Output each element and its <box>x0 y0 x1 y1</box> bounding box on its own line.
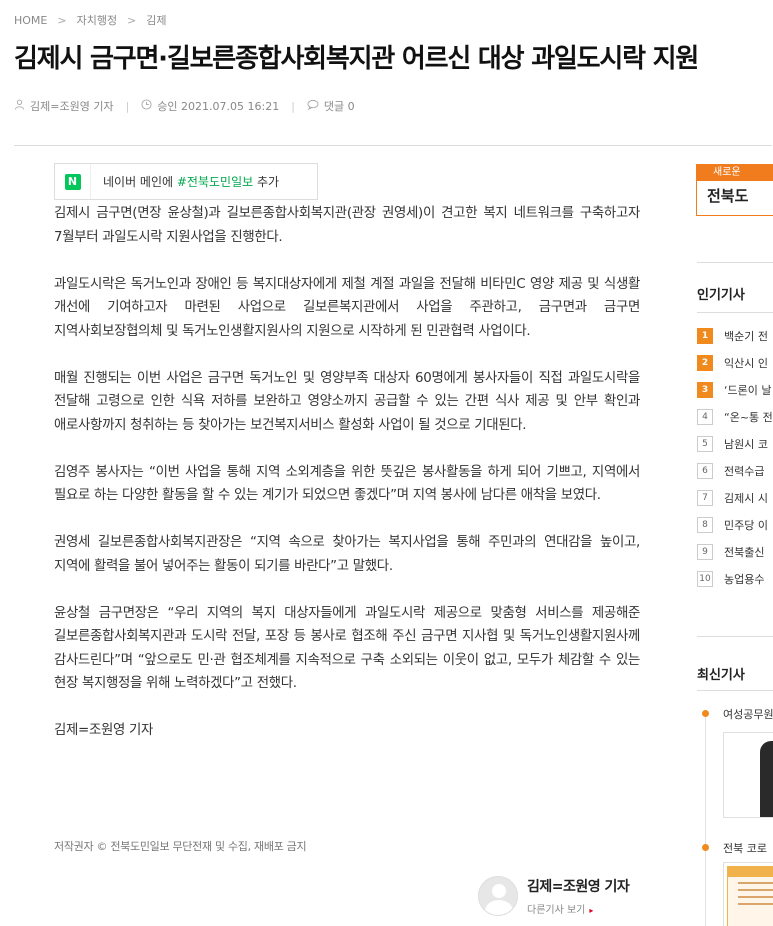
popular-item[interactable]: 5 남원시 코 <box>697 430 773 457</box>
arrow-right-icon: ▸ <box>589 906 594 915</box>
banner-top-text: 새로운 <box>697 165 773 181</box>
popular-item-title: ‘드론이 날 <box>724 383 772 397</box>
latest-title: 최신기사 <box>697 668 745 683</box>
popular-item-title: 민주당 이 <box>724 518 768 532</box>
latest-list: 여성공무원 전북 코로 <box>697 700 773 926</box>
popular-item-title: 백순기 전 <box>724 329 768 343</box>
popular-item[interactable]: 1 백순기 전 <box>697 322 773 349</box>
popular-title: 인기기사 <box>697 288 745 303</box>
popular-item[interactable]: 2 익산시 인 <box>697 349 773 376</box>
latest-item-thumbnail[interactable] <box>723 862 773 926</box>
popular-item-title: 남원시 코 <box>724 437 768 451</box>
clock-icon <box>141 99 152 113</box>
approved-date: 승인 2021.07.05 16:21 <box>157 100 280 113</box>
rank-badge: 5 <box>697 435 713 452</box>
rank-badge: 3 <box>697 381 713 398</box>
latest-top-divider <box>697 636 773 637</box>
popular-item[interactable]: 7 김제시 시 <box>697 484 773 511</box>
latest-divider <box>697 690 773 691</box>
popular-item-title: 전력수급 <box>724 464 765 478</box>
article-paragraph: 매월 진행되는 이번 사업은 금구면 독거노인 및 영양부족 대상자 60명에게… <box>54 370 640 433</box>
timeline-dot <box>702 710 709 717</box>
popular-item-title: 농업용수 <box>724 572 765 586</box>
meta-divider: | <box>125 99 130 113</box>
article-paragraph: 김영주 봉사자는 “이번 사업을 통해 지역 소외계층을 위한 뜻깊은 봉사활동… <box>54 464 640 504</box>
article-body: 김제시 금구면(면장 윤상철)과 길보른종합사회복지관(관장 권영세)이 견고한… <box>54 202 640 766</box>
popular-item[interactable]: 6 전력수급 <box>697 457 773 484</box>
popular-item-title: 김제시 시 <box>724 491 768 505</box>
naver-highlight: #전북도민일보 <box>176 175 254 189</box>
timeline-dot <box>702 844 709 851</box>
rank-badge: 9 <box>697 543 713 560</box>
article-title: 김제시 금구면·길보른종합사회복지관 어르신 대상 과일도시락 지원 <box>14 44 699 74</box>
article-meta: 김제=조원영 기자 | 승인 2021.07.05 16:21 | 댓글 0 <box>14 98 355 114</box>
latest-item-title[interactable]: 여성공무원 <box>723 706 773 722</box>
reporter-box: 김제=조원영 기자 다른기사 보기 ▸ <box>478 876 630 916</box>
popular-item-title: 익산시 인 <box>724 356 768 370</box>
rank-badge: 6 <box>697 462 713 479</box>
comment-icon <box>307 99 319 113</box>
popular-item-title: 전북출신 <box>724 545 765 559</box>
popular-item-title: “온~통 전 <box>724 410 773 424</box>
article-paragraph: 윤상철 금구면장은 “우리 지역의 복지 대상자들에게 과일도시락 제공으로 맞… <box>54 605 640 692</box>
naver-subscribe-button[interactable]: N 네이버 메인에 #전북도민일보 추가 <box>54 163 318 200</box>
copyright-notice: 저작권자 © 전북도민일보 무단전재 및 수집, 재배포 금지 <box>54 840 307 853</box>
rank-badge: 7 <box>697 489 713 506</box>
popular-item[interactable]: 9 전북출신 <box>697 538 773 565</box>
reporter-name: 김제=조원영 기자 <box>527 879 630 895</box>
rank-badge: 2 <box>697 354 713 371</box>
meta-divider: | <box>291 99 295 113</box>
header-divider <box>14 145 772 146</box>
avatar <box>478 876 518 916</box>
rank-badge: 1 <box>697 327 713 344</box>
popular-item[interactable]: 8 민주당 이 <box>697 511 773 538</box>
article-byline: 김제=조원영 기자 <box>54 723 154 738</box>
chevron-right-icon: > <box>127 13 137 27</box>
author-label: 김제=조원영 기자 <box>30 100 114 113</box>
rank-badge: 8 <box>697 516 713 533</box>
breadcrumb-subsection[interactable]: 김제 <box>146 12 166 28</box>
article-paragraph: 김제시 금구면(면장 윤상철)과 길보른종합사회복지관(관장 권영세)이 견고한… <box>54 206 640 245</box>
timeline-line <box>705 710 706 926</box>
naver-subscribe-label: 네이버 메인에 #전북도민일보 추가 <box>91 173 279 190</box>
chevron-right-icon: > <box>57 13 67 27</box>
sidebar-banner[interactable]: 새로운 전북도 <box>696 164 773 216</box>
breadcrumb-home[interactable]: HOME <box>14 14 47 27</box>
popular-divider <box>697 312 773 313</box>
naver-logo: N <box>55 164 91 199</box>
banner-bottom-text: 전북도 <box>707 187 749 205</box>
article-paragraph: 과일도시락은 독거노인과 장애인 등 복지대상자에게 제철 계절 과일을 전달해… <box>54 276 640 339</box>
more-articles-label: 다른기사 보기 <box>527 905 586 916</box>
rank-badge: 10 <box>697 570 713 587</box>
breadcrumb: HOME > 자치행정 > 김제 <box>14 12 167 28</box>
popular-list: 1 백순기 전 2 익산시 인 3 ‘드론이 날 4 “온~통 전 5 남원시 코 6 전력… <box>697 322 773 592</box>
user-icon <box>14 99 25 113</box>
more-articles-link[interactable]: 다른기사 보기 ▸ <box>527 901 629 916</box>
naver-logo-icon: N <box>64 173 81 190</box>
rank-badge: 4 <box>697 408 713 425</box>
popular-item[interactable]: 10 농업용수 <box>697 565 773 592</box>
naver-prefix: 네이버 메인에 <box>103 175 177 189</box>
breadcrumb-section[interactable]: 자치행정 <box>77 12 117 28</box>
latest-item-thumbnail[interactable] <box>723 732 773 818</box>
latest-item-title[interactable]: 전북 코로 <box>723 840 767 856</box>
comment-count[interactable]: 댓글 0 <box>324 98 355 114</box>
popular-top-divider <box>697 262 773 263</box>
popular-item[interactable]: 4 “온~통 전 <box>697 403 773 430</box>
article-paragraph: 권영세 길보른종합사회복지관장은 “지역 속으로 찾아가는 복지사업을 통해 주… <box>54 535 640 574</box>
naver-suffix: 추가 <box>253 175 280 189</box>
popular-item[interactable]: 3 ‘드론이 날 <box>697 376 773 403</box>
